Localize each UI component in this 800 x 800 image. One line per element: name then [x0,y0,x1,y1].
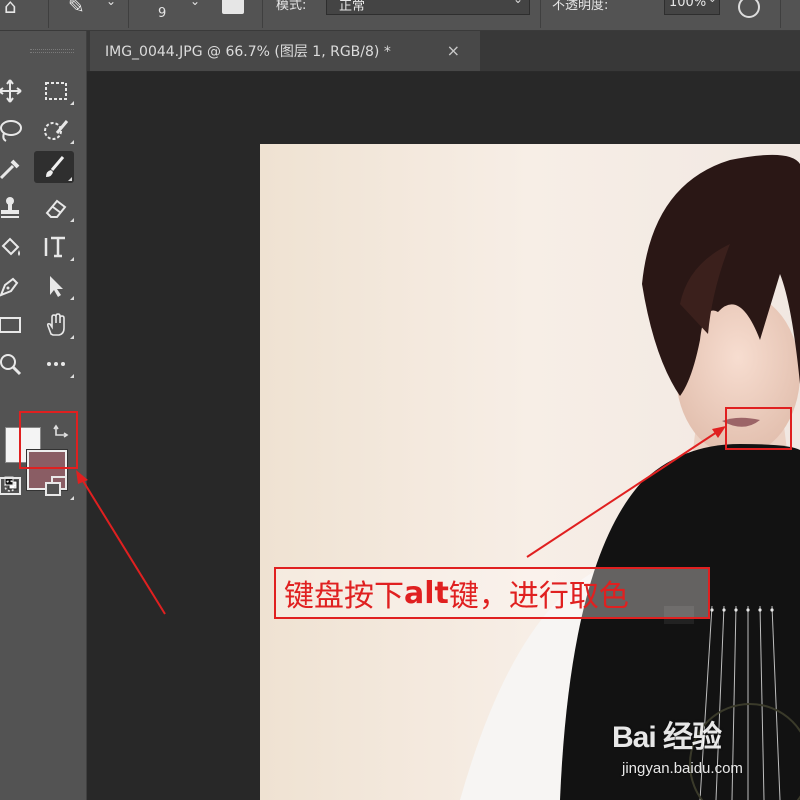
screen-mode-icon [45,476,67,496]
pen-tool[interactable] [0,270,30,302]
chevron-down-icon: ⌄ [513,0,523,6]
quick-selection-tool[interactable] [36,114,76,146]
ellipsis-icon [47,362,65,366]
mode-select-value: 正常 [339,0,366,14]
quick-mask-tool[interactable] [0,470,30,502]
eyedropper-icon [0,159,20,180]
divider [780,0,781,28]
rectangle-icon [0,317,21,333]
type-tool[interactable] [36,231,76,263]
divider [48,0,49,28]
chevron-down-icon: ⌄ [708,0,717,5]
eraser-tool[interactable] [36,192,76,224]
screen-mode-tool[interactable] [36,470,76,502]
baidu-url: jingyan.baidu.com [622,760,743,777]
brush-size-value: 9 [158,6,167,21]
marquee-tool[interactable] [36,75,76,107]
brush-tool[interactable] [34,151,74,183]
type-icon [44,236,65,258]
brush-icon [46,156,65,177]
more-tools[interactable] [36,348,76,380]
options-bar: ⌂ ✎ ⌄ 9 ⌄ 模式: 正常 ⌄ 不透明度: 100% ⌄ [0,0,800,31]
quick-mask-icon [0,477,21,495]
paint-bucket-icon [1,237,20,256]
opacity-label: 不透明度: [552,0,609,13]
opacity-input-value: 100% [669,0,707,10]
brush-preset-icon[interactable]: ✎ [68,0,85,18]
toolbox-grip[interactable] [30,49,74,53]
brush-size-chevron-icon[interactable]: ⌄ [190,0,200,8]
document-canvas-image[interactable] [260,144,800,800]
lip-highlight-box [725,407,792,450]
hand-icon [46,313,65,336]
eyedropper-tool[interactable] [0,153,30,185]
opacity-input[interactable]: 100% ⌄ [664,0,720,15]
mode-select[interactable]: 正常 ⌄ [326,0,530,15]
rectangle-tool[interactable] [0,309,30,341]
quick-selection-icon [44,120,69,140]
hand-tool[interactable] [36,309,76,341]
annotation-part3: 键，进行取色 [448,579,629,614]
pressure-opacity-icon[interactable] [738,0,760,18]
close-icon[interactable]: × [447,41,460,60]
home-icon[interactable]: ⌂ [4,0,17,18]
document-tab-bar: IMG_0044.JPG @ 66.7% (图层 1, RGB/8) * × [87,31,800,72]
eraser-icon [45,199,67,218]
mode-label: 模式: [276,0,307,13]
divider [262,0,263,28]
move-icon [0,79,22,103]
document-tab-title: IMG_0044.JPG @ 66.7% (图层 1, RGB/8) * [105,44,391,60]
baidu-logo: Bai 经验 [612,721,722,754]
lasso-tool[interactable] [0,114,30,146]
zoom-tool[interactable] [0,348,30,380]
annotation-caption: 键盘按下 alt 键，进行取色 [274,567,710,619]
arrow-cursor-icon [50,276,63,297]
annotation-part2: alt [404,575,449,611]
paint-bucket-tool[interactable] [0,231,30,263]
pen-icon [0,277,19,297]
brush-preset-chevron-icon[interactable]: ⌄ [106,0,116,8]
annotation-part1: 键盘按下 [284,579,404,614]
rectangular-marquee-icon [45,82,67,100]
magnifier-icon [0,354,22,376]
swatch-highlight-box [19,411,78,469]
divider [540,0,541,28]
document-tab[interactable]: IMG_0044.JPG @ 66.7% (图层 1, RGB/8) * × [90,31,480,71]
divider [128,0,129,28]
stamp-icon [1,197,19,218]
portrait-photo [260,144,800,800]
lasso-icon [0,120,22,142]
clone-stamp-tool[interactable] [0,192,30,224]
baidu-watermark: Bai 经验 jingyan.baidu.com [612,712,743,777]
path-selection-tool[interactable] [36,270,76,302]
move-tool[interactable] [0,75,30,107]
brush-panel-icon[interactable] [222,0,244,14]
